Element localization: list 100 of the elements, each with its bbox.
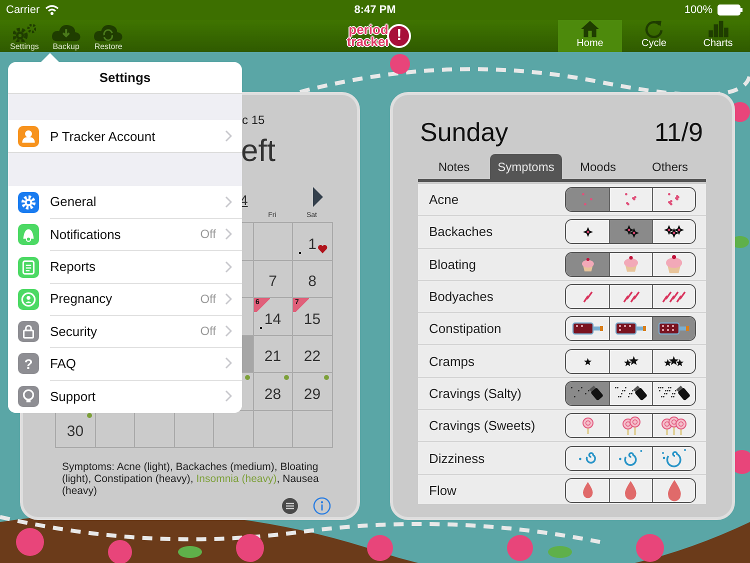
- carrier-label: Carrier: [6, 4, 40, 16]
- severity-selector[interactable]: [565, 348, 696, 374]
- chevron-icon: [225, 357, 232, 370]
- cupcake-icon: [623, 255, 639, 274]
- cloud-download-icon: [50, 24, 82, 42]
- section-tab[interactable]: Notes: [418, 154, 490, 179]
- symptom-label: Flow: [429, 482, 456, 498]
- item-value: Off: [200, 292, 216, 306]
- heart-icon: [317, 244, 328, 254]
- wifi-icon: [44, 4, 59, 16]
- flower-drawing: [236, 534, 264, 562]
- severity-segment[interactable]: [652, 446, 695, 470]
- salt-shaker-icon: [656, 384, 692, 402]
- item-label: General: [50, 194, 98, 210]
- section-tab[interactable]: Moods: [562, 154, 634, 179]
- gear-icon: [12, 24, 36, 42]
- date-range-text: c 15: [242, 113, 265, 127]
- severity-selector[interactable]: [565, 219, 696, 244]
- item-label: Pregnancy: [50, 291, 114, 306]
- nav-tab[interactable]: Cycle: [622, 20, 686, 52]
- day-number: 15: [304, 310, 321, 328]
- severity-segment[interactable]: [652, 252, 695, 276]
- severity-selector[interactable]: [565, 478, 696, 503]
- day-number: 21: [264, 348, 282, 366]
- cupcake-icon: [580, 256, 594, 272]
- battery-percent: 100%: [684, 4, 712, 16]
- salt-shaker-icon: [614, 384, 648, 402]
- flower-drawing: [108, 540, 132, 563]
- lightning-icon: [622, 290, 640, 303]
- symptom-label: Acne: [429, 192, 459, 208]
- bottle-icon: [658, 322, 690, 336]
- day-number: 29: [304, 386, 321, 403]
- day-number: 22: [304, 348, 321, 366]
- cloud-refresh-icon: [93, 24, 124, 42]
- nav-tab[interactable]: Charts: [686, 20, 750, 52]
- date-title: 11/9: [654, 117, 703, 149]
- severity-segment[interactable]: [652, 478, 695, 502]
- lollipop-icon: [622, 416, 640, 436]
- item-label: FAQ: [50, 356, 78, 371]
- spots-icon: [581, 192, 594, 207]
- symptom-label: Bodyaches: [429, 289, 494, 304]
- spots-icon: [667, 192, 681, 207]
- severity-segment[interactable]: [652, 350, 695, 373]
- chevron-icon: [225, 390, 232, 402]
- lightning-icon: [662, 290, 686, 303]
- day-number: 30: [66, 423, 84, 440]
- severity-selector[interactable]: [565, 252, 696, 277]
- severity-segment[interactable]: [652, 414, 695, 438]
- flower-drawing: [367, 535, 393, 561]
- toolbar-button[interactable]: Backup: [48, 20, 84, 52]
- severity-segment[interactable]: [652, 220, 695, 244]
- toolbar-button[interactable]: Restore: [91, 20, 126, 52]
- headline-text: eft: [241, 132, 276, 170]
- indicator-dot-icon: [284, 375, 289, 380]
- sparkle-icon: [622, 224, 640, 240]
- flower-drawing: [390, 54, 410, 74]
- nav-tab[interactable]: Home: [558, 20, 622, 52]
- severity-selector[interactable]: [565, 413, 696, 438]
- question-icon: ?: [18, 353, 39, 374]
- chevron-icon: [225, 260, 232, 273]
- severity-segment[interactable]: [652, 188, 695, 212]
- flower-drawing: [16, 528, 44, 556]
- bottle-icon: [572, 322, 604, 336]
- drop-icon: [624, 480, 638, 501]
- section-tab[interactable]: Symptoms: [490, 154, 562, 179]
- severity-selector[interactable]: [565, 380, 696, 406]
- item-label: Reports: [50, 259, 97, 274]
- item-label: P Tracker Account: [50, 128, 156, 144]
- lightning-icon: [582, 290, 592, 303]
- bottle-icon: [615, 322, 647, 336]
- severity-segment[interactable]: [652, 285, 695, 308]
- indicator-dot-icon: [324, 375, 328, 380]
- chevron-icon: [225, 292, 232, 305]
- sparkle-icon: [582, 226, 594, 238]
- star-icon: [582, 356, 592, 366]
- severity-selector[interactable]: [565, 187, 696, 212]
- chevron-icon: [225, 325, 232, 338]
- symptom-label: Cramps: [429, 354, 475, 369]
- symptom-label: Cravings (Salty): [429, 386, 522, 401]
- sparkle-icon: [663, 224, 685, 240]
- severity-selector[interactable]: [565, 284, 696, 310]
- symptom-label: Constipation: [429, 321, 502, 336]
- severity-selector[interactable]: [565, 446, 696, 471]
- flower-drawing: [636, 534, 664, 562]
- item-value: Off: [200, 227, 216, 242]
- info-icon: [313, 497, 331, 515]
- leaf-drawing: [178, 546, 202, 558]
- severity-segment[interactable]: [652, 382, 695, 405]
- toolbar-button[interactable]: Settings: [8, 20, 41, 52]
- symptom-label: Dizziness: [429, 450, 485, 466]
- severity-selector[interactable]: [565, 316, 696, 342]
- indicator-dot-icon: [244, 375, 250, 380]
- lollipop-icon: [661, 416, 687, 436]
- leaf-drawing: [548, 546, 572, 558]
- salt-shaker-icon: [570, 384, 605, 402]
- section-tab[interactable]: Others: [634, 154, 706, 179]
- item-label: Support: [50, 388, 97, 404]
- bar-chart-icon: [706, 20, 730, 38]
- house-icon: [579, 20, 601, 38]
- lollipop-icon: [582, 416, 594, 435]
